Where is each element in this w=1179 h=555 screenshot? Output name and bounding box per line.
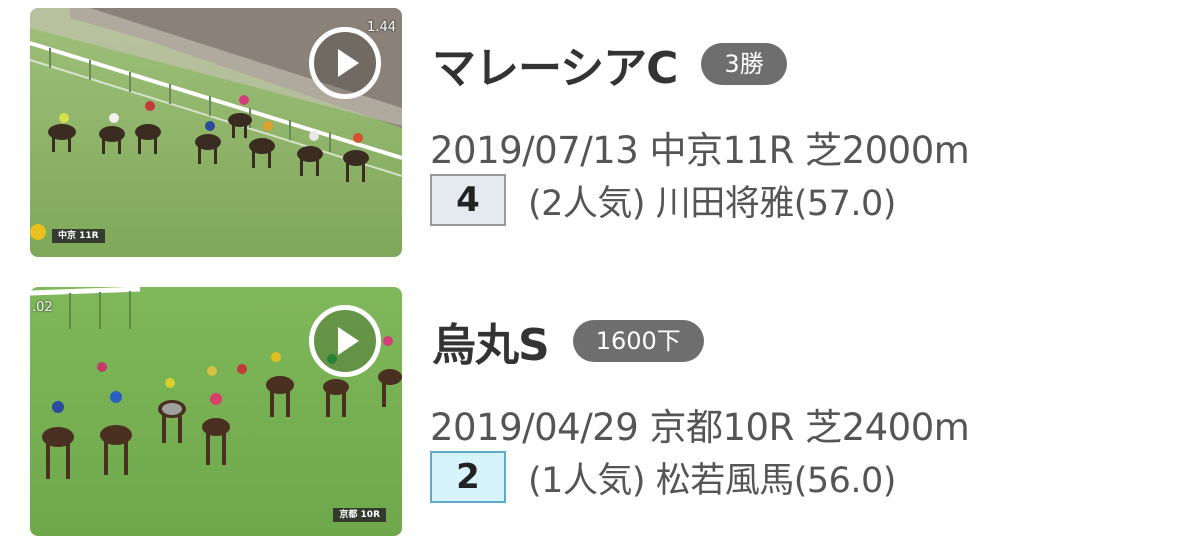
video-timecode: 1.44 (367, 20, 396, 35)
finish-rank-box: 2 (430, 451, 506, 503)
result-row: 2 (1人気) 松若風馬(56.0) (430, 448, 896, 506)
race-class-badge: 1600下 (572, 320, 704, 362)
race-video-thumbnail[interactable]: .02 京都 10R (30, 287, 402, 536)
play-button[interactable] (309, 305, 381, 377)
play-icon (338, 327, 359, 355)
finish-rank-box: 4 (430, 174, 506, 226)
race-title-row: 烏丸S 1600下 (432, 311, 704, 371)
race-name[interactable]: マレーシアC (432, 32, 678, 96)
race-item[interactable]: 1.44 中京 11R マレーシアC 3勝 2019/07/13 中京11R 芝… (0, 8, 1179, 258)
race-title-row: マレーシアC 3勝 (432, 34, 787, 94)
race-video-thumbnail[interactable]: 1.44 中京 11R (30, 8, 402, 257)
race-meta: 2019/07/13 中京11R 芝2000m (430, 129, 970, 172)
result-row: 4 (2人気) 川田将雅(57.0) (430, 171, 896, 229)
race-item[interactable]: .02 京都 10R 烏丸S 1600下 2019/04/29 京都10R 芝2… (0, 287, 1179, 537)
broadcast-course-tag: 中京 11R (52, 229, 105, 243)
race-meta: 2019/04/29 京都10R 芝2400m (430, 406, 970, 449)
race-class-badge: 3勝 (701, 43, 787, 85)
jockey-info: (1人気) 松若風馬(56.0) (528, 460, 896, 501)
video-timecode: .02 (32, 300, 53, 315)
jockey-info: (2人気) 川田将雅(57.0) (528, 183, 896, 224)
play-button[interactable] (309, 27, 381, 99)
play-icon (338, 49, 359, 77)
race-name[interactable]: 烏丸S (432, 309, 550, 373)
broadcast-course-tag: 京都 10R (333, 508, 386, 522)
